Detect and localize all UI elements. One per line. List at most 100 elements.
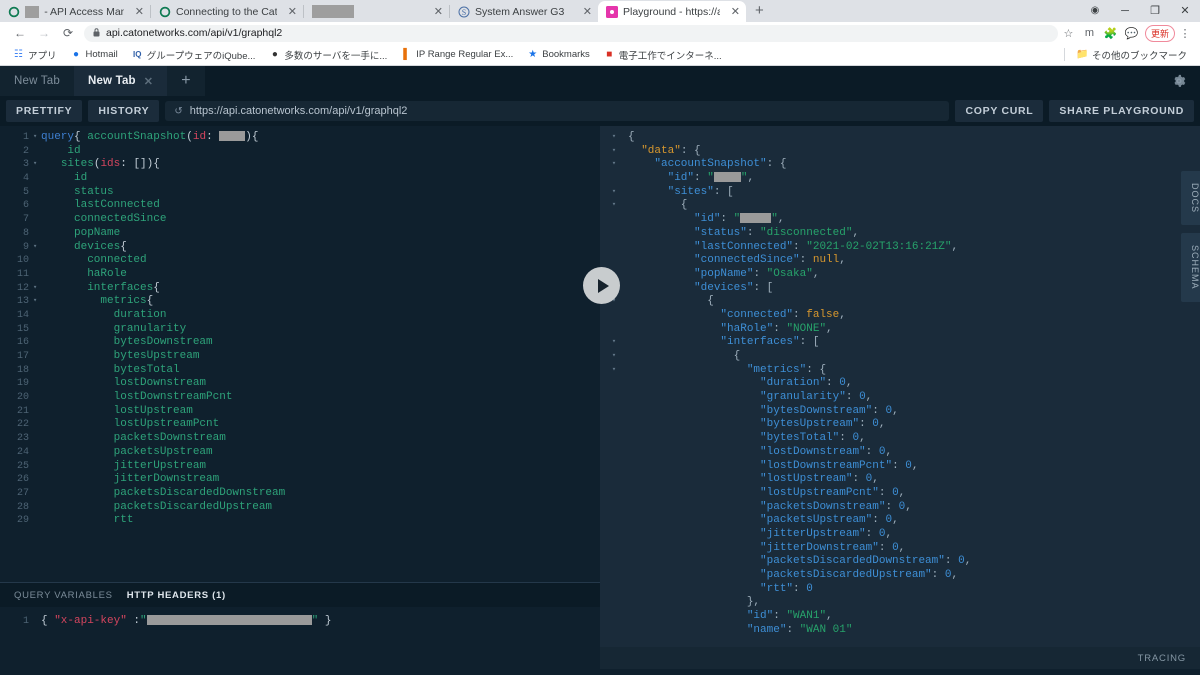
history-button[interactable]: HISTORY	[88, 100, 160, 122]
code-token: ){	[245, 131, 259, 143]
code-token: :	[694, 172, 708, 185]
close-window-button[interactable]: ✕	[1170, 0, 1200, 22]
line-number: 13	[16, 296, 29, 308]
browser-tab-1[interactable]: Connecting to the Cato API Serv ✕	[151, 1, 303, 22]
tracing-tab[interactable]: TRACING	[1138, 653, 1186, 664]
line-number: 16	[16, 337, 29, 349]
fold-marker[interactable]: ▾	[600, 131, 628, 145]
camera-icon[interactable]: ◉	[1080, 0, 1110, 22]
bookmarks-bar: ☷ アプリ ● Hotmail IQ グループウェアのiQube... ● 多数のサーバ…	[0, 44, 1200, 66]
fold-marker[interactable]: ▾	[33, 282, 41, 296]
tab-close-icon[interactable]: ✕	[731, 6, 740, 17]
bookmark-item[interactable]: ★ Bookmarks	[520, 49, 597, 60]
extensions-puzzle-icon[interactable]: 🧩	[1100, 27, 1121, 40]
back-icon[interactable]: ←	[8, 26, 32, 40]
bookmark-item[interactable]: ▌ IP Range Regular Ex...	[394, 49, 520, 60]
code-token: 0	[892, 486, 899, 499]
fold-marker[interactable]: ▾	[33, 131, 41, 145]
bookmark-item[interactable]: ☷ アプリ	[6, 48, 64, 62]
fold-marker[interactable]: ▾	[33, 241, 41, 255]
response-code: "bytesTotal": 0,	[628, 432, 1200, 446]
extension-m-icon[interactable]: m	[1079, 27, 1100, 39]
response-line: "lostUpstream": 0,	[600, 473, 1200, 487]
bookmark-item[interactable]: ● 多数のサーバを一手に...	[262, 48, 394, 62]
bookmark-item[interactable]: IQ グループウェアのiQube...	[125, 48, 263, 62]
tab-close-icon[interactable]: ✕	[583, 6, 592, 17]
code-token: :	[865, 527, 879, 540]
code-token: "WAN1"	[786, 610, 827, 623]
fold-marker[interactable]: ▾	[600, 186, 628, 200]
query-line: 12 ▾ interfaces{	[0, 282, 600, 296]
response-code: {	[628, 295, 1200, 309]
tab-close-icon[interactable]: ✕	[135, 6, 144, 17]
omnibox[interactable]: api.catonetworks.com/api/v1/graphql2	[84, 24, 1058, 42]
minimize-button[interactable]: ─	[1110, 0, 1140, 22]
fold-marker[interactable]: ▾	[600, 158, 628, 172]
copy-curl-button[interactable]: COPY CURL	[955, 100, 1044, 122]
line-number: 26	[16, 474, 29, 486]
fold-marker[interactable]: ▾	[33, 295, 41, 309]
browser-menu-icon[interactable]: ⋮	[1178, 27, 1192, 40]
schema-tab[interactable]: SCHEMA	[1181, 233, 1200, 302]
browser-tab-3[interactable]: S System Answer G3 ✕	[450, 1, 598, 22]
code-token: "packetsUpstream"	[760, 514, 873, 527]
response-line: "jitterUpstream": 0,	[600, 528, 1200, 542]
share-playground-button[interactable]: SHARE PLAYGROUND	[1049, 100, 1194, 122]
http-headers-tab[interactable]: HTTP HEADERS (1)	[127, 590, 226, 601]
query-code: haRole	[41, 268, 600, 282]
endpoint-url-input[interactable]: ↺ https://api.catonetworks.com/api/v1/gr…	[165, 101, 950, 121]
line-number: 23	[16, 433, 29, 445]
code-token: "Osaka"	[766, 267, 813, 280]
bookmark-item[interactable]: ● Hotmail	[64, 49, 125, 60]
browser-tab-4[interactable]: Playground - https://api.catonetw ✕	[598, 1, 746, 22]
messenger-icon[interactable]: 💬	[1121, 27, 1142, 40]
add-tab-button[interactable]: +	[167, 66, 205, 96]
code-token: {	[74, 131, 88, 143]
fold-marker[interactable]: ▾	[600, 145, 628, 159]
new-tab-button[interactable]: +	[746, 2, 773, 20]
code-token: {	[628, 131, 635, 143]
response-code: {	[628, 199, 1200, 213]
response-pane[interactable]: ▾{▾ "data": {▾ "accountSnapshot": { "id"…	[600, 126, 1200, 669]
browser-tab-2[interactable]: ✕	[304, 1, 449, 22]
browser-tab-0[interactable]: - API Access Management ✕	[0, 1, 150, 22]
prettify-button[interactable]: PRETTIFY	[6, 100, 83, 122]
tab-close-icon[interactable]: ✕	[434, 6, 443, 17]
fold-marker[interactable]: ▾	[33, 158, 41, 172]
code-token: "	[733, 213, 741, 226]
query-variables-tab[interactable]: QUERY VARIABLES	[14, 590, 113, 601]
run-query-button[interactable]	[583, 267, 620, 304]
docs-tab[interactable]: DOCS	[1181, 171, 1200, 226]
playground-tab-0[interactable]: New Tab	[0, 66, 74, 96]
system-answer-icon: S	[458, 6, 470, 17]
playground-tab-1[interactable]: New Tab ✕	[73, 66, 168, 96]
code-token: "devices"	[694, 281, 754, 294]
bookmark-star-icon[interactable]: ☆	[1058, 27, 1079, 40]
fold-marker[interactable]: ▾	[600, 199, 628, 213]
fold-marker[interactable]: ▾	[600, 364, 628, 378]
browser-tab-title: - API Access Management	[44, 5, 124, 18]
code-token: "disconnected"	[760, 226, 853, 239]
bookmark-item[interactable]: ■ 電子工作でインターネ...	[597, 48, 729, 62]
response-code: "packetsUpstream": 0,	[628, 514, 1200, 528]
query-editor[interactable]: 1 ▾ query{ accountSnapshot(id: ){2 id 3 ▾ si…	[0, 126, 600, 582]
other-bookmarks[interactable]: 📁 その他のブックマーク	[1063, 48, 1194, 62]
fold-marker[interactable]: ▾	[600, 336, 628, 350]
response-line: "haRole": "NONE",	[600, 323, 1200, 337]
close-icon[interactable]: ✕	[144, 75, 153, 88]
variables-editor[interactable]: 1 { "x-api-key" :" " }	[0, 607, 600, 669]
maximize-button[interactable]: ❐	[1140, 0, 1170, 22]
reload-icon[interactable]: ⟳	[56, 26, 80, 40]
fold-marker[interactable]: ▾	[600, 350, 628, 364]
forward-icon[interactable]: →	[32, 26, 56, 40]
query-code: lastConnected	[41, 199, 600, 213]
response-code: {	[628, 131, 1200, 145]
update-button[interactable]: 更新	[1144, 24, 1175, 42]
refresh-icon[interactable]: ↺	[174, 106, 182, 117]
other-bookmarks-item[interactable]: 📁 その他のブックマーク	[1070, 48, 1194, 62]
gear-icon[interactable]	[1158, 66, 1200, 96]
tab-close-icon[interactable]: ✕	[288, 6, 297, 17]
